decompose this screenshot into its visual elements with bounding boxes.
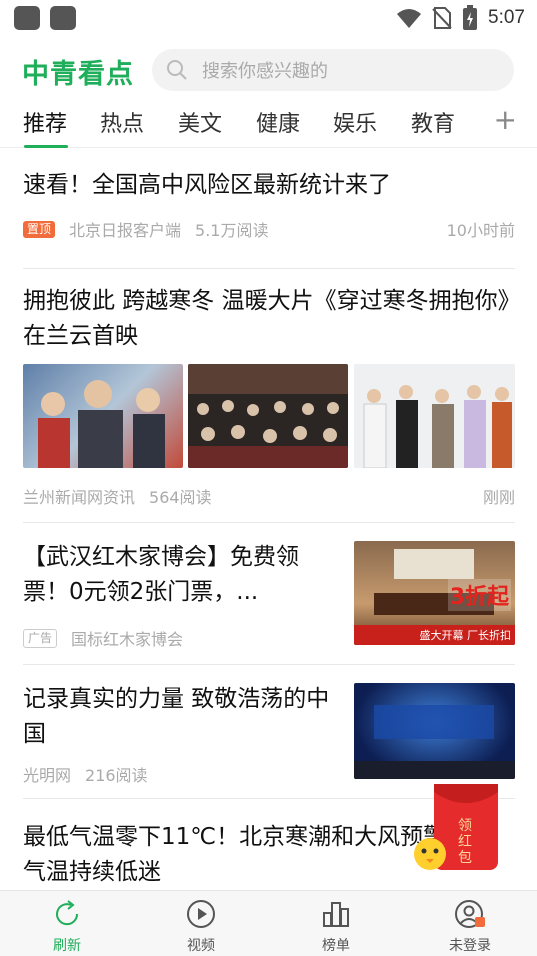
ad-image: 3折起 盛大开幕 厂长折扣	[354, 541, 515, 645]
no-sim-icon	[432, 7, 452, 29]
tab-education[interactable]: 教育	[411, 106, 455, 138]
news-source: 兰州新闻网资讯	[23, 488, 136, 507]
nav-refresh[interactable]: 刷新	[27, 899, 107, 955]
news-title: 记录真实的力量 致敬浩荡的中国	[23, 686, 330, 747]
red-packet-button[interactable]: 领红包	[412, 778, 502, 874]
nav-label: 榜单	[322, 938, 350, 954]
ad-banner-text: 盛大开幕 厂长折扣	[419, 629, 512, 642]
divider	[23, 522, 515, 523]
divider	[23, 268, 515, 269]
ad-source: 国标红木家博会	[71, 630, 184, 649]
news-item[interactable]: 记录真实的力量 致敬浩荡的中国 光明网 216阅读	[23, 682, 515, 785]
notification-icon	[50, 6, 76, 30]
news-source: 北京日报客户端	[69, 221, 182, 240]
nav-label: 未登录	[449, 938, 491, 954]
nav-ranking[interactable]: 榜单	[296, 899, 376, 955]
news-source: 光明网	[23, 766, 72, 785]
play-icon	[187, 900, 215, 928]
active-tab-indicator	[24, 145, 68, 148]
nav-label: 视频	[187, 938, 215, 954]
news-reads: 216阅读	[85, 766, 148, 785]
tab-health[interactable]: 健康	[256, 106, 300, 138]
red-packet-label: 领红包	[458, 818, 472, 866]
news-reads: 564阅读	[149, 488, 212, 507]
nav-video[interactable]: 视频	[161, 899, 241, 955]
news-item[interactable]: 速看！全国高中风险区最新统计来了 置顶 北京日报客户端 5.1万阅读 10小时前	[23, 168, 515, 241]
news-image	[188, 364, 348, 468]
ad-title: 【武汉红木家博会】免费领票！0元领2张门票，...	[23, 544, 299, 605]
category-tabs: 推荐 热点 美文 健康 娱乐 教育 +	[0, 100, 537, 148]
ranking-icon	[323, 902, 349, 927]
news-time: 刚刚	[482, 488, 515, 507]
divider	[23, 664, 515, 665]
bottom-nav: 刷新 视频 榜单 未登录	[0, 890, 537, 956]
wifi-icon	[397, 9, 422, 28]
news-title: 拥抱彼此 跨越寒冬 温暖大片《穿过寒冬拥抱你》在兰云首映	[23, 288, 510, 349]
notification-icon	[14, 6, 40, 30]
news-reads: 5.1万阅读	[195, 221, 269, 240]
status-bar: 5:07	[0, 0, 537, 36]
clock: 5:07	[488, 7, 525, 28]
battery-icon	[463, 5, 478, 30]
news-item[interactable]: 拥抱彼此 跨越寒冬 温暖大片《穿过寒冬拥抱你》在兰云首映 兰州新闻网资讯 564…	[23, 284, 515, 524]
news-image	[354, 364, 515, 468]
tab-hot[interactable]: 热点	[100, 106, 144, 138]
search-placeholder: 搜索你感兴趣的	[202, 61, 328, 82]
news-time: 10小时前	[446, 221, 515, 240]
news-image	[354, 683, 515, 779]
news-title: 速看！全国高中风险区最新统计来了	[23, 172, 391, 198]
tab-essay[interactable]: 美文	[178, 106, 222, 138]
red-packet-icon	[414, 784, 498, 870]
tab-recommend[interactable]: 推荐	[23, 106, 67, 138]
tab-entertainment[interactable]: 娱乐	[333, 106, 377, 138]
news-image	[23, 364, 183, 468]
add-channel-icon[interactable]: +	[494, 106, 517, 134]
ad-item[interactable]: 【武汉红木家博会】免费领票！0元领2张门票，... 广告 国标红木家博会 3折起…	[23, 540, 515, 650]
nav-label: 刷新	[53, 938, 81, 954]
ad-discount-text: 3折起	[447, 579, 511, 611]
refresh-icon	[56, 900, 79, 926]
app-header: 中青看点 搜索你感兴趣的	[0, 44, 537, 96]
app-logo: 中青看点	[22, 59, 134, 90]
user-icon	[455, 900, 485, 928]
search-icon	[167, 60, 187, 80]
nav-profile[interactable]: 未登录	[430, 899, 510, 955]
ad-tag: 广告	[23, 628, 58, 648]
search-bar[interactable]: 搜索你感兴趣的	[152, 49, 514, 91]
pinned-tag: 置顶	[23, 220, 56, 238]
